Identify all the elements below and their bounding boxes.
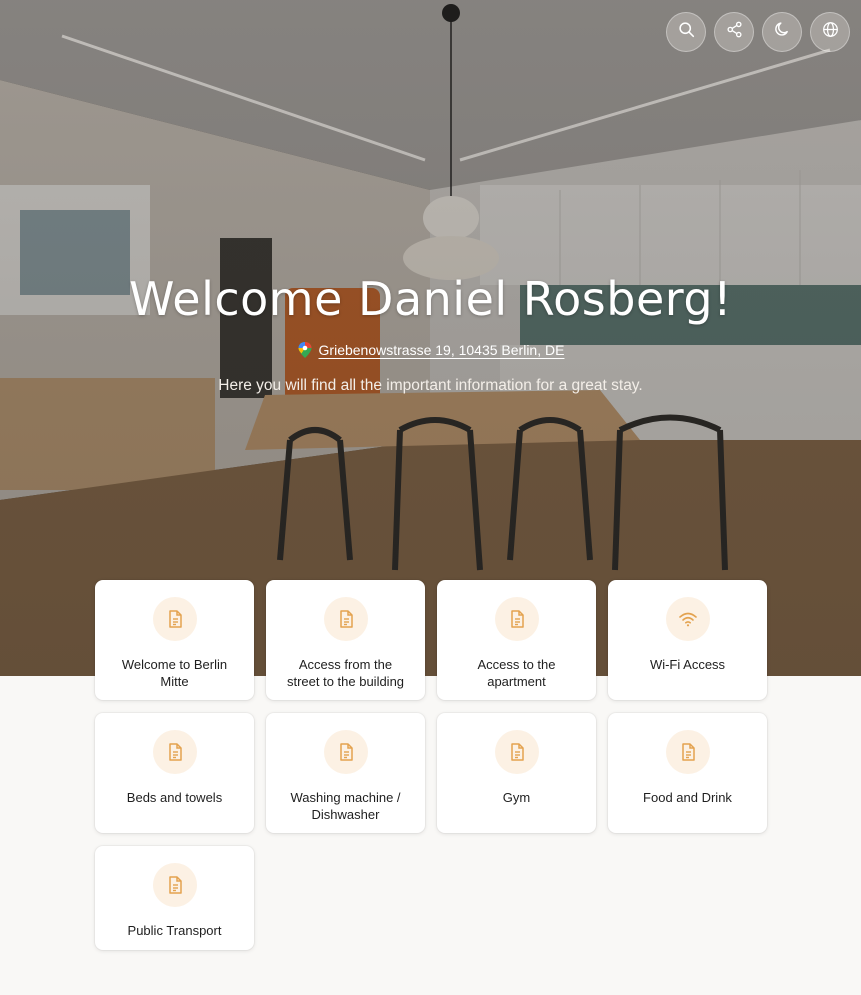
card-label: Access to the apartment <box>477 657 556 689</box>
share-button[interactable] <box>714 12 754 52</box>
info-cards-grid: Welcome to Berlin Mitte Access from the … <box>95 580 767 950</box>
card-label: Access from the street to the building <box>286 657 405 689</box>
map-pin-icon <box>297 341 313 359</box>
language-button[interactable] <box>810 12 850 52</box>
address-row: Griebenowstrasse 19, 10435 Berlin, DE <box>0 341 861 359</box>
card-food-and-drink[interactable]: Food and Drink <box>608 713 767 833</box>
document-icon <box>665 730 710 774</box>
globe-icon <box>822 21 839 43</box>
card-label: Gym <box>502 790 531 805</box>
card-washing-machine-dishwasher[interactable]: Washing machine / Dishwasher <box>266 713 425 833</box>
hero-overlay <box>0 0 861 676</box>
hero-banner: Welcome Daniel Rosberg! Griebenowstrasse… <box>0 0 861 676</box>
moon-icon <box>774 21 791 43</box>
card-access-from-the-street[interactable]: Access from the street to the building <box>266 580 425 700</box>
document-icon <box>152 597 197 641</box>
document-icon <box>152 863 197 907</box>
top-actions <box>666 12 850 52</box>
search-button[interactable] <box>666 12 706 52</box>
address-link[interactable]: Griebenowstrasse 19, 10435 Berlin, DE <box>319 342 565 358</box>
card-wifi-access[interactable]: Wi-Fi Access <box>608 580 767 700</box>
card-welcome-to-berlin-mitte[interactable]: Welcome to Berlin Mitte <box>95 580 254 700</box>
page-title: Welcome Daniel Rosberg! <box>128 272 733 326</box>
hero-subtitle: Here you will find all the important inf… <box>218 377 643 394</box>
card-label: Food and Drink <box>643 790 732 805</box>
card-label: Welcome to Berlin Mitte <box>121 657 228 689</box>
wifi-icon <box>665 597 710 641</box>
dark-mode-button[interactable] <box>762 12 802 52</box>
document-icon <box>152 730 197 774</box>
card-access-to-the-apartment[interactable]: Access to the apartment <box>437 580 596 700</box>
card-beds-and-towels[interactable]: Beds and towels <box>95 713 254 833</box>
card-label: Public Transport <box>127 923 222 938</box>
card-public-transport[interactable]: Public Transport <box>95 846 254 950</box>
card-label: Washing machine / Dishwasher <box>290 790 401 822</box>
share-icon <box>726 21 743 43</box>
search-icon <box>678 21 695 43</box>
document-icon <box>494 597 539 641</box>
card-label: Beds and towels <box>126 790 223 805</box>
document-icon <box>323 730 368 774</box>
document-icon <box>323 597 368 641</box>
card-label: Wi-Fi Access <box>649 657 726 672</box>
document-icon <box>494 730 539 774</box>
card-gym[interactable]: Gym <box>437 713 596 833</box>
